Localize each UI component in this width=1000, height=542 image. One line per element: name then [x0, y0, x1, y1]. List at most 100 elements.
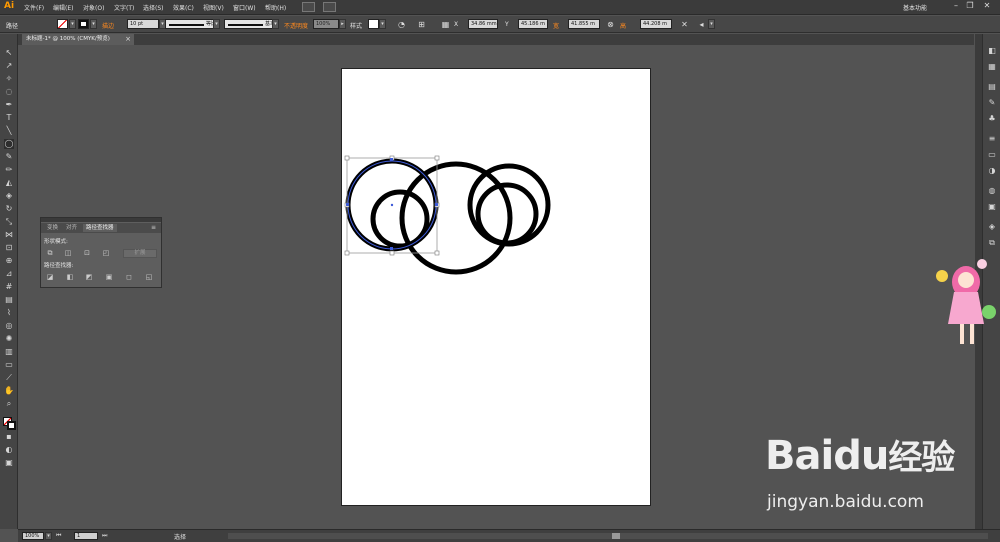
- width-field[interactable]: 41.855 m: [568, 19, 600, 29]
- blend-tool-icon[interactable]: ◎: [4, 321, 14, 331]
- tab-pathfinder[interactable]: 路径查找器: [83, 224, 117, 232]
- menu-type[interactable]: 文字(T): [114, 3, 134, 12]
- stroke-panel-icon[interactable]: ≡: [987, 134, 997, 144]
- pencil-tool-icon[interactable]: ✏: [4, 165, 14, 175]
- close-document-icon[interactable]: ×: [125, 34, 131, 45]
- bbox-handle-tl[interactable]: [344, 155, 350, 161]
- transparency-panel-icon[interactable]: ◑: [987, 166, 997, 176]
- variable-width-profile[interactable]: 等比: [165, 19, 219, 29]
- stroke-weight-field[interactable]: 10 pt: [127, 19, 159, 29]
- color-guide-icon[interactable]: ▦: [987, 62, 997, 72]
- ellipse-tool-icon[interactable]: ◯: [4, 139, 14, 149]
- panel-grip-bar[interactable]: [41, 218, 161, 222]
- eyedropper-tool-icon[interactable]: ⌇: [4, 308, 14, 318]
- fill-dropdown[interactable]: ▾: [69, 19, 76, 29]
- divide-icon[interactable]: ◪: [44, 273, 56, 282]
- paintbrush-tool-icon[interactable]: ✎: [4, 152, 14, 162]
- shape-builder-tool-icon[interactable]: ⊕: [4, 256, 14, 266]
- crop-icon[interactable]: ▣: [103, 273, 115, 282]
- artboard-number-field[interactable]: 1: [74, 532, 98, 540]
- first-artboard-icon[interactable]: ⏮: [56, 532, 61, 540]
- symbols-panel-icon[interactable]: ♣: [987, 114, 997, 124]
- horizontal-scrollbar[interactable]: [228, 533, 988, 539]
- y-field[interactable]: 45.186 m: [518, 19, 548, 29]
- eraser-tool-icon[interactable]: ◈: [4, 191, 14, 201]
- merge-icon[interactable]: ◩: [83, 273, 95, 282]
- panel-menu-icon[interactable]: ≡: [151, 224, 156, 231]
- tab-align[interactable]: 对齐: [63, 224, 80, 232]
- anchor-top[interactable]: [390, 158, 393, 161]
- isolate-object-icon[interactable]: ◂: [696, 19, 707, 30]
- anchor-left[interactable]: [346, 203, 349, 206]
- transform-icon[interactable]: ✕: [679, 19, 690, 30]
- fill-swatch[interactable]: [57, 19, 68, 29]
- pen-tool-icon[interactable]: ✒: [4, 100, 14, 110]
- zoom-field[interactable]: 100%: [22, 532, 44, 540]
- style-dropdown[interactable]: ▾: [379, 19, 386, 29]
- bbox-handle-bm[interactable]: [389, 250, 395, 256]
- expand-button[interactable]: 扩展: [123, 249, 157, 258]
- symbol-sprayer-tool-icon[interactable]: ✺: [4, 334, 14, 344]
- restore-button[interactable]: ❐: [964, 1, 976, 11]
- perspective-grid-tool-icon[interactable]: ⊿: [4, 269, 14, 279]
- column-graph-tool-icon[interactable]: ▥: [4, 347, 14, 357]
- bridge-button[interactable]: [302, 2, 315, 12]
- unite-icon[interactable]: ⧉: [44, 249, 56, 258]
- stroke-label[interactable]: 描边: [102, 21, 114, 30]
- artboard[interactable]: [341, 68, 651, 506]
- menu-file[interactable]: 文件(F): [24, 3, 44, 12]
- rotate-tool-icon[interactable]: ↻: [4, 204, 14, 214]
- menu-effect[interactable]: 效果(C): [173, 3, 194, 12]
- bbox-handle-bl[interactable]: [344, 250, 350, 256]
- minimize-button[interactable]: –: [950, 1, 962, 11]
- artboards-panel-icon[interactable]: ⧉: [987, 238, 997, 248]
- stroke-dropdown[interactable]: ▾: [90, 19, 97, 29]
- artboard-tool-icon[interactable]: ▭: [4, 360, 14, 370]
- menu-window[interactable]: 窗口(W): [233, 3, 256, 12]
- profile-dropdown[interactable]: ▾: [213, 19, 220, 29]
- large-circle[interactable]: [399, 161, 513, 275]
- selection-tool-icon[interactable]: ↖: [4, 48, 14, 58]
- workspace-switcher[interactable]: 基本功能: [903, 3, 927, 12]
- lasso-tool-icon[interactable]: ◌: [4, 87, 14, 97]
- gradient-tool-icon[interactable]: ▤: [4, 295, 14, 305]
- anchor-right[interactable]: [435, 203, 438, 206]
- brushes-panel-icon[interactable]: ✎: [987, 98, 997, 108]
- mesh-tool-icon[interactable]: #: [4, 282, 14, 292]
- width-tool-icon[interactable]: ⋈: [4, 230, 14, 240]
- menu-help[interactable]: 帮助(H): [265, 3, 286, 12]
- direct-selection-tool-icon[interactable]: ↗: [4, 61, 14, 71]
- zoom-dropdown[interactable]: ▾: [45, 532, 52, 540]
- layers-panel-icon[interactable]: ◈: [987, 222, 997, 232]
- menu-view[interactable]: 视图(V): [203, 3, 224, 12]
- scale-tool-icon[interactable]: ⤡: [4, 217, 14, 227]
- reference-point-icon[interactable]: ▦: [440, 19, 451, 30]
- free-transform-tool-icon[interactable]: ⊡: [4, 243, 14, 253]
- menu-object[interactable]: 对象(O): [83, 3, 104, 12]
- appearance-panel-icon[interactable]: ◍: [987, 186, 997, 196]
- zoom-tool-icon[interactable]: ⌕: [4, 399, 14, 409]
- gradient-panel-icon[interactable]: ▭: [987, 150, 997, 160]
- color-panel-icon[interactable]: ◧: [987, 46, 997, 56]
- align-to-icon[interactable]: ⊞: [416, 19, 427, 30]
- brush-definition[interactable]: 基本: [224, 19, 278, 29]
- bbox-handle-tr[interactable]: [434, 155, 440, 161]
- hand-tool-icon[interactable]: ✋: [4, 386, 14, 396]
- swatches-panel-icon[interactable]: ▤: [987, 82, 997, 92]
- x-field[interactable]: 34.86 mm: [468, 19, 498, 29]
- opacity-label[interactable]: 不透明度: [284, 21, 308, 30]
- line-tool-icon[interactable]: ╲: [4, 126, 14, 136]
- brush-dropdown[interactable]: ▾: [272, 19, 279, 29]
- bbox-handle-br[interactable]: [434, 250, 440, 256]
- menu-edit[interactable]: 编辑(E): [53, 3, 73, 12]
- recolor-artwork-icon[interactable]: ◔: [396, 19, 407, 30]
- draw-mode-icon[interactable]: ◐: [4, 445, 14, 455]
- minus-front-icon[interactable]: ◫: [62, 249, 74, 258]
- last-artboard-icon[interactable]: ⏭: [102, 532, 107, 540]
- stroke-swatch[interactable]: [78, 19, 89, 29]
- trim-icon[interactable]: ◧: [64, 273, 76, 282]
- menu-select[interactable]: 选择(S): [143, 3, 164, 12]
- graphic-style-swatch[interactable]: [368, 19, 379, 29]
- height-field[interactable]: 44.208 m: [640, 19, 672, 29]
- opacity-dropdown[interactable]: ▸: [339, 19, 346, 29]
